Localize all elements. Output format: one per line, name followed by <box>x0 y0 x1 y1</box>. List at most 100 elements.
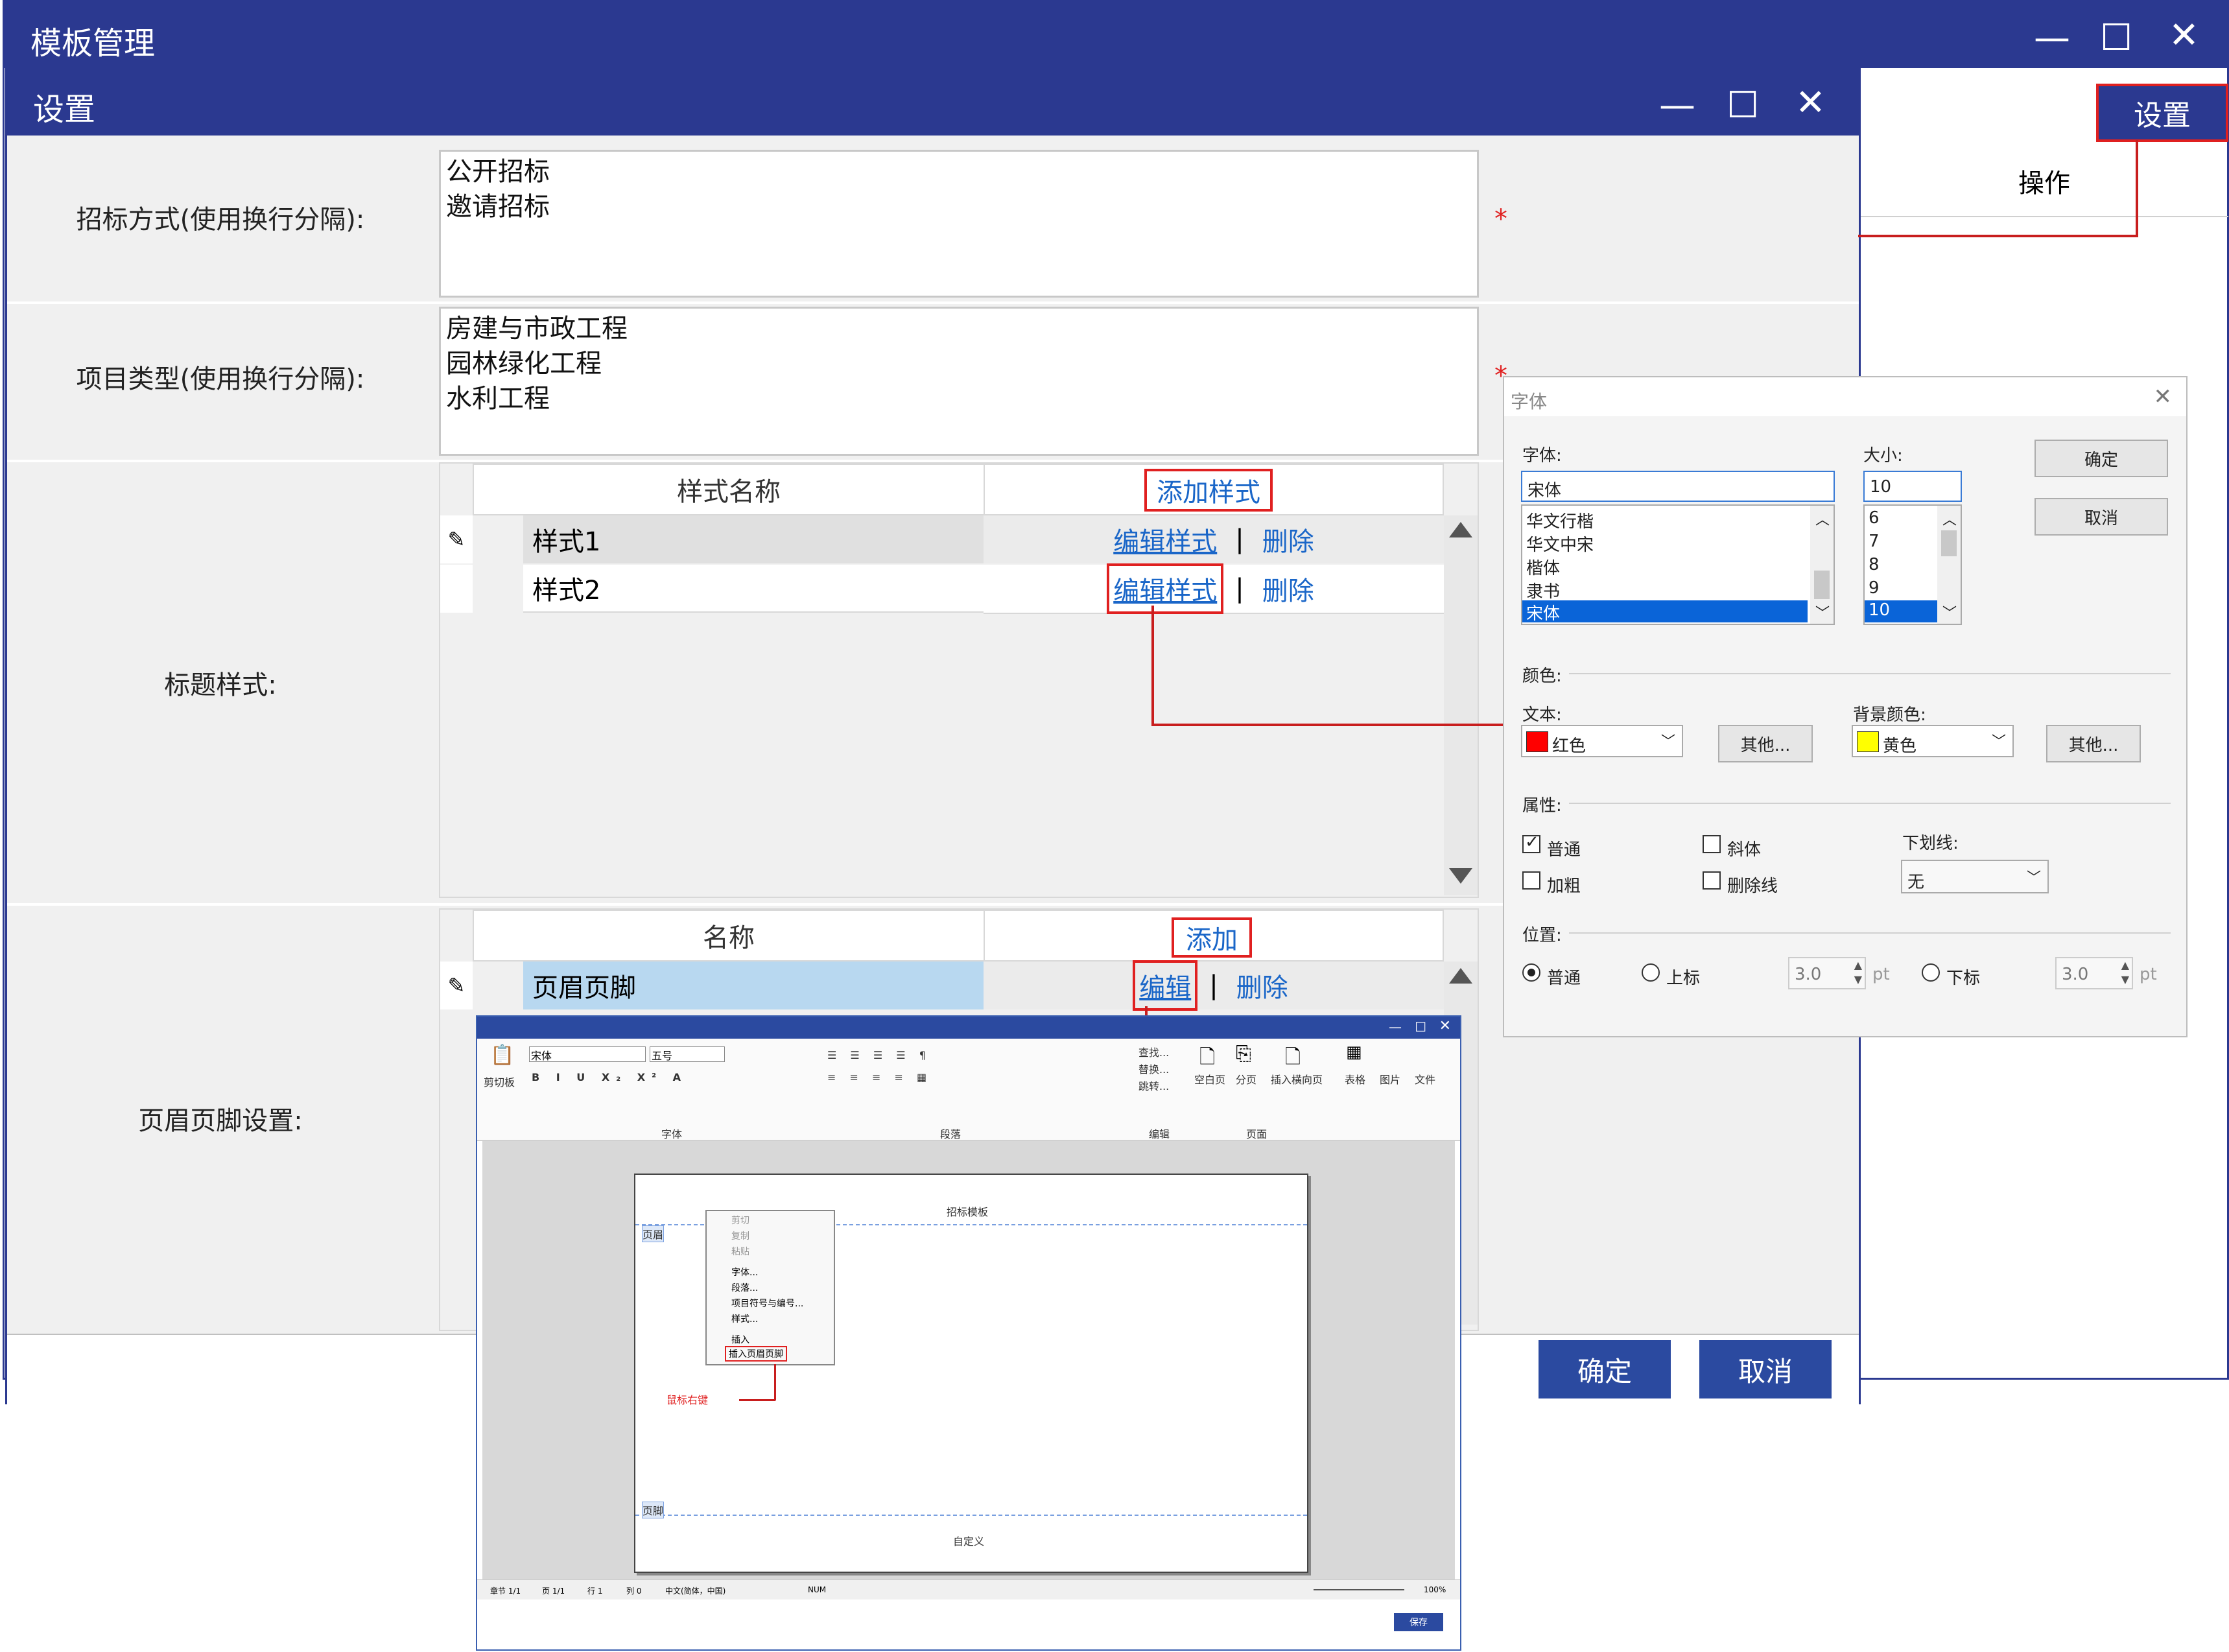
add-style-button[interactable]: 添加样式 <box>1144 469 1273 512</box>
file-button[interactable]: 文件 <box>1415 1071 1435 1087</box>
menu-item-copy[interactable]: 复制 <box>731 1229 749 1242</box>
page-break-button[interactable]: 分页 <box>1236 1071 1256 1087</box>
delete-style-link[interactable]: 删除 <box>1262 570 1314 608</box>
menu-item-font[interactable]: 字体... <box>731 1266 758 1279</box>
hf-row-1-name[interactable]: 页眉页脚 <box>523 962 984 1009</box>
font-ok-button[interactable]: 确定 <box>2034 440 2168 477</box>
text-color-select[interactable]: 红色 ﹀ <box>1521 725 1683 757</box>
menu-item-paste[interactable]: 粘贴 <box>731 1245 749 1258</box>
superscript-radio[interactable] <box>1642 963 1660 982</box>
zoom-slider[interactable] <box>1314 1589 1404 1590</box>
list-item[interactable]: 7 <box>1869 532 1880 551</box>
cancel-button[interactable]: 取消 <box>1699 1340 1832 1398</box>
chevron-up-icon[interactable]: ︿ <box>1942 508 1957 529</box>
subscript-offset-input[interactable]: 3.0 ▲ ▼ <box>2055 957 2133 989</box>
font-size-select[interactable]: 五号 <box>650 1046 725 1062</box>
blank-page-button[interactable]: 空白页 <box>1194 1071 1225 1087</box>
close-icon[interactable]: ✕ <box>1439 1018 1451 1034</box>
chevron-down-icon[interactable]: ﹀ <box>1942 602 1957 622</box>
scroll-down-icon[interactable] <box>1449 868 1472 884</box>
underline-select[interactable]: 无 ﹀ <box>1901 860 2049 893</box>
close-icon[interactable]: ✕ <box>1795 85 1826 121</box>
paragraph-icons[interactable]: ☰ ☰ ☰ ☰ ¶ <box>827 1049 931 1061</box>
menu-item-bullets[interactable]: 项目符号与编号... <box>731 1297 803 1310</box>
list-item-selected[interactable]: 宋体 <box>1522 600 1808 624</box>
menu-item-paragraph[interactable]: 段落... <box>731 1281 758 1294</box>
row-edit-icon[interactable]: ✎ <box>440 962 473 1009</box>
menu-item-insert[interactable]: 插入 <box>731 1333 749 1346</box>
page-break-icon[interactable]: ⎘ <box>1236 1043 1251 1065</box>
normal-checkbox[interactable]: ✓ <box>1522 832 1540 853</box>
table-button[interactable]: 表格 <box>1345 1071 1365 1087</box>
superscript-offset-input[interactable]: 3.0 ▲ ▼ <box>1788 957 1866 989</box>
font-size-list[interactable]: 6 7 8 9 10 ︿ ﹀ <box>1863 504 1962 625</box>
paste-icon[interactable]: 📋 <box>490 1044 514 1067</box>
list-item[interactable]: 9 <box>1869 578 1880 598</box>
font-size-input[interactable]: 10 <box>1863 471 1962 502</box>
list-scrollbar[interactable]: ︿ ﹀ <box>1810 506 1834 624</box>
scroll-up-icon[interactable] <box>1449 968 1472 984</box>
list-item[interactable]: 6 <box>1869 508 1880 528</box>
menu-item-style[interactable]: 样式... <box>731 1312 758 1325</box>
font-name-input[interactable]: 宋体 <box>1521 471 1835 502</box>
font-family-select[interactable]: 宋体 <box>529 1046 646 1062</box>
scroll-thumb[interactable] <box>1814 571 1830 599</box>
text-color-more-button[interactable]: 其他... <box>1718 725 1813 762</box>
insert-landscape-button[interactable]: 插入横向页 <box>1271 1071 1323 1087</box>
style-row-2-name[interactable]: 样式2 <box>523 565 984 613</box>
edit-style-link[interactable]: 编辑样式 <box>1113 521 1217 558</box>
close-icon[interactable]: ✕ <box>2154 384 2173 410</box>
bold-checkbox[interactable] <box>1522 871 1540 890</box>
table-icon[interactable]: ▦ <box>1346 1043 1362 1062</box>
bg-color-more-button[interactable]: 其他... <box>2046 725 2141 762</box>
grid-scrollbar[interactable] <box>1444 515 1478 895</box>
scroll-up-icon[interactable] <box>1449 522 1472 537</box>
delete-header-footer-link[interactable]: 删除 <box>1236 967 1288 1004</box>
position-normal-radio[interactable] <box>1522 963 1540 982</box>
picture-button[interactable]: 图片 <box>1380 1071 1400 1087</box>
list-item[interactable]: 8 <box>1869 555 1880 574</box>
delete-style-link[interactable]: 删除 <box>1262 521 1314 558</box>
close-icon[interactable]: ✕ <box>2169 18 2199 54</box>
list-item[interactable]: 楷体 <box>1526 555 1560 579</box>
strikethrough-checkbox[interactable] <box>1703 871 1721 890</box>
goto-button[interactable]: 跳转... <box>1138 1078 1169 1093</box>
maximize-icon[interactable]: ☐ <box>1415 1019 1426 1035</box>
editor-save-button[interactable]: 保存 <box>1394 1613 1443 1631</box>
format-icons[interactable]: B I U X₂ X² A <box>532 1071 687 1083</box>
edit-style-link[interactable]: 编辑样式 <box>1107 563 1224 614</box>
menu-item-insert-header-footer[interactable]: 插入页眉页脚 <box>725 1346 787 1362</box>
font-name-list[interactable]: 华文行楷 华文中宋 楷体 隶书 宋体 ︿ ﹀ <box>1521 504 1835 625</box>
alignment-icons[interactable]: ≡ ≡ ≡ ≡ ▦ <box>827 1071 932 1083</box>
minimize-icon[interactable]: — <box>2034 20 2070 56</box>
list-item[interactable]: 隶书 <box>1526 578 1560 602</box>
document-page[interactable]: 招标模板 页眉 页脚 自定义 剪切 复制 粘贴 字体... 段落... 项目符号… <box>634 1174 1308 1573</box>
spin-icon[interactable]: ▲ ▼ <box>1854 958 1862 987</box>
row-edit-icon[interactable]: ✎ <box>440 515 473 563</box>
style-row-1-name[interactable]: 样式1 <box>523 515 984 563</box>
subscript-radio[interactable] <box>1922 963 1940 982</box>
chevron-up-icon[interactable]: ︿ <box>1815 508 1830 529</box>
font-cancel-button[interactable]: 取消 <box>2034 498 2168 536</box>
list-item[interactable]: 华文中宋 <box>1526 532 1594 556</box>
list-scrollbar[interactable]: ︿ ﹀ <box>1937 506 1961 624</box>
replace-button[interactable]: 替换... <box>1138 1061 1169 1076</box>
add-header-footer-button[interactable]: 添加 <box>1172 917 1252 958</box>
confirm-button[interactable]: 确定 <box>1539 1340 1671 1398</box>
minimize-icon[interactable]: — <box>1389 1019 1402 1035</box>
minimize-icon[interactable]: — <box>1659 88 1695 124</box>
project-type-textarea[interactable]: 房建与市政工程 园林绿化工程 水利工程 <box>439 307 1479 456</box>
spin-icon[interactable]: ▲ ▼ <box>2121 958 2129 987</box>
settings-button[interactable]: 设置 <box>2096 84 2228 142</box>
maximize-icon[interactable]: ☐ <box>1727 88 1759 124</box>
italic-checkbox[interactable] <box>1703 835 1721 853</box>
chevron-down-icon[interactable]: ﹀ <box>1815 602 1830 622</box>
scroll-thumb[interactable] <box>1941 530 1957 556</box>
list-item[interactable]: 华文行楷 <box>1526 508 1594 532</box>
maximize-icon[interactable]: ☐ <box>2100 20 2132 56</box>
find-button[interactable]: 查找... <box>1138 1044 1169 1059</box>
bg-color-select[interactable]: 黄色 ﹀ <box>1852 725 2014 757</box>
bidding-method-textarea[interactable]: 公开招标 邀请招标 <box>439 150 1479 298</box>
list-item-selected[interactable]: 10 <box>1865 600 1937 622</box>
edit-header-footer-link[interactable]: 编辑 <box>1133 960 1198 1011</box>
